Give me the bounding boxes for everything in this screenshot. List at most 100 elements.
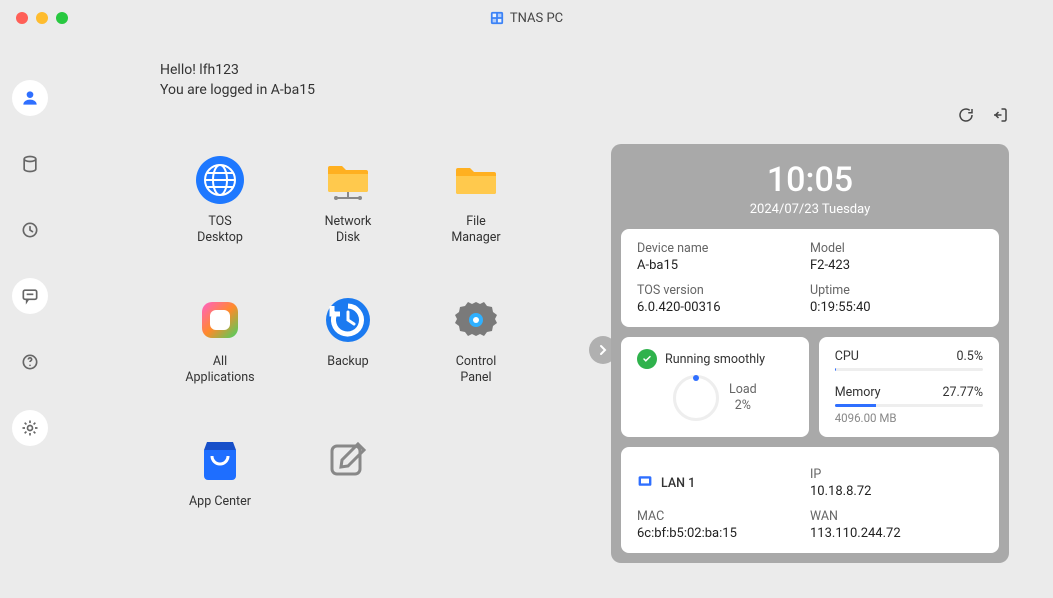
- help-icon: [20, 352, 40, 372]
- cpu-card: CPU 0.5% Memory 27.77% 4096.00 MB: [819, 337, 999, 437]
- toolbar-right: [957, 106, 1009, 128]
- app-network-disk[interactable]: Network Disk: [288, 154, 408, 274]
- device-card: Device name A-ba15 Model F2-423 TOS vers…: [621, 229, 999, 327]
- user-icon: [20, 88, 40, 108]
- globe-icon: [194, 154, 246, 206]
- lan-icon: [637, 473, 653, 493]
- refresh-icon: [957, 106, 975, 124]
- greeting-logged: You are logged in A-ba15: [160, 82, 315, 98]
- app-app-center[interactable]: App Center: [160, 434, 280, 554]
- memory-value: 27.77%: [942, 385, 983, 400]
- wan-field: WAN 113.110.244.72: [810, 509, 983, 541]
- app-backup[interactable]: Backup: [288, 294, 408, 414]
- time-text: 10:05: [621, 160, 999, 200]
- cpu-value: 0.5%: [956, 349, 983, 364]
- app-label: Backup: [327, 354, 368, 370]
- tos-version-field: TOS version 6.0.420-00316: [637, 283, 810, 315]
- mac-field: MAC 6c:bf:b5:02:ba:15: [637, 509, 810, 541]
- sidebar-chat[interactable]: [12, 278, 48, 314]
- app-tos-desktop[interactable]: TOS Desktop: [160, 154, 280, 274]
- app-edit[interactable]: [288, 434, 408, 554]
- folder-icon: [450, 154, 502, 206]
- label: Uptime: [810, 283, 983, 298]
- edit-square-icon: [322, 434, 374, 486]
- refresh-button[interactable]: [957, 106, 975, 128]
- title-text: TNAS PC: [510, 11, 563, 26]
- network-card: LAN 1 IP 10.18.8.72 MAC 6c:bf:b5:02:ba:1…: [621, 447, 999, 553]
- label: TOS version: [637, 283, 810, 298]
- apps-grid-icon: [194, 294, 246, 346]
- sidebar-help[interactable]: [12, 344, 48, 380]
- sidebar-user[interactable]: [12, 80, 48, 116]
- clock-history-icon: [20, 220, 40, 240]
- lan-head: LAN 1: [637, 467, 810, 499]
- sidebar-disk[interactable]: [12, 146, 48, 182]
- app-grid: TOS Desktop Network Disk File Manager: [160, 154, 540, 598]
- app-control-panel[interactable]: Control Panel: [416, 294, 536, 414]
- value: 6c:bf:b5:02:ba:15: [637, 526, 810, 541]
- load-text: Load 2%: [729, 382, 757, 415]
- disk-icon: [20, 154, 40, 174]
- memory-total: 4096.00 MB: [835, 411, 983, 425]
- value: 0:19:55:40: [810, 300, 983, 315]
- lan-name: LAN 1: [661, 476, 695, 491]
- status-card: Running smoothly Load 2%: [621, 337, 809, 437]
- chevron-right-icon: [595, 342, 611, 358]
- main: Hello! lfh123 You are logged in A-ba15 T…: [60, 36, 1053, 598]
- label: Load: [729, 382, 757, 398]
- cpu-label: CPU: [835, 349, 859, 364]
- maximize-button[interactable]: [56, 12, 68, 24]
- label: WAN: [810, 509, 983, 524]
- app-label: All Applications: [185, 354, 254, 387]
- shopping-bag-icon: [194, 434, 246, 486]
- app-all-applications[interactable]: All Applications: [160, 294, 280, 414]
- uptime-field: Uptime 0:19:55:40: [810, 283, 983, 315]
- sidebar-history[interactable]: [12, 212, 48, 248]
- greeting: Hello! lfh123 You are logged in A-ba15: [160, 62, 315, 98]
- chat-icon: [20, 286, 40, 306]
- logout-button[interactable]: [991, 106, 1009, 128]
- sidebar: [0, 36, 60, 598]
- titlebar: TNAS PC: [0, 0, 1053, 36]
- device-name-field: Device name A-ba15: [637, 241, 810, 273]
- value: 6.0.420-00316: [637, 300, 810, 315]
- value: 113.110.244.72: [810, 526, 983, 541]
- window-title: TNAS PC: [0, 11, 1053, 26]
- logout-icon: [991, 106, 1009, 124]
- backup-clock-icon: [322, 294, 374, 346]
- gear-icon: [20, 418, 40, 438]
- app-label: App Center: [189, 494, 251, 510]
- app-label: Control Panel: [456, 354, 497, 387]
- label: Device name: [637, 241, 810, 256]
- cpu-bar: [835, 368, 983, 371]
- minimize-button[interactable]: [36, 12, 48, 24]
- model-field: Model F2-423: [810, 241, 983, 273]
- app-label: TOS Desktop: [197, 214, 243, 247]
- traffic-lights: [16, 12, 68, 24]
- app-label: Network Disk: [325, 214, 372, 247]
- network-folder-icon: [322, 154, 374, 206]
- greeting-hello: Hello! lfh123: [160, 62, 315, 78]
- clock: 10:05 2024/07/23 Tuesday: [621, 154, 999, 219]
- app-file-manager[interactable]: File Manager: [416, 154, 536, 274]
- memory-bar: [835, 404, 983, 407]
- date-text: 2024/07/23 Tuesday: [621, 202, 999, 217]
- content: Hello! lfh123 You are logged in A-ba15 T…: [0, 36, 1053, 598]
- status-ok-icon: [637, 349, 657, 369]
- value: F2-423: [810, 258, 983, 273]
- gear-solid-icon: [450, 294, 502, 346]
- value: 10.18.8.72: [810, 484, 983, 499]
- memory-label: Memory: [835, 385, 881, 400]
- label: MAC: [637, 509, 810, 524]
- load-gauge: [673, 375, 719, 421]
- status-text: Running smoothly: [665, 352, 765, 367]
- value: A-ba15: [637, 258, 810, 273]
- dashboard: 10:05 2024/07/23 Tuesday Device name A-b…: [611, 144, 1009, 563]
- sidebar-settings[interactable]: [12, 410, 48, 446]
- app-logo-icon: [490, 11, 504, 25]
- value: 2%: [729, 398, 757, 414]
- ip-field: IP 10.18.8.72: [810, 467, 983, 499]
- label: Model: [810, 241, 983, 256]
- label: IP: [810, 467, 983, 482]
- close-button[interactable]: [16, 12, 28, 24]
